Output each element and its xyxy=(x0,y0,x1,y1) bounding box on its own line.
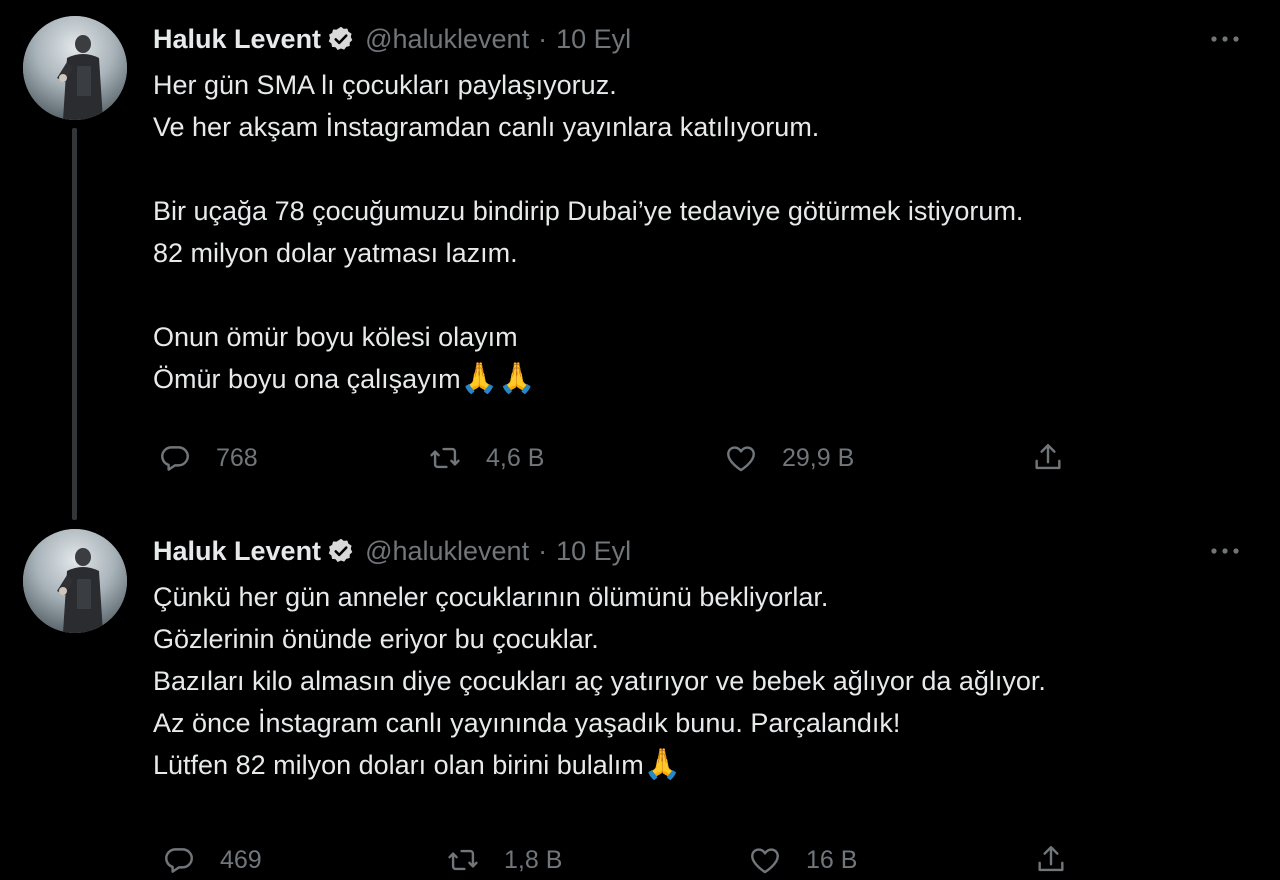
verified-badge-icon xyxy=(327,25,355,53)
reply-count: 768 xyxy=(216,443,258,472)
tweet-text-line: Ömür boyu ona çalışayım xyxy=(153,364,461,394)
tweet-text-line: 82 milyon dolar yatması lazım. xyxy=(153,238,518,268)
tweet[interactable]: Haluk Levent @haluklevent · 10 Eyl Her g… xyxy=(0,0,1280,520)
tweet-text-line: Ve her akşam İnstagramdan canlı yayınlar… xyxy=(153,112,820,142)
reply-button[interactable]: 768 xyxy=(158,438,258,478)
like-icon xyxy=(727,446,755,472)
like-count: 29,9 B xyxy=(782,443,855,472)
reply-button[interactable]: 469 xyxy=(162,840,262,880)
retweet-button[interactable]: 4,6 B xyxy=(428,438,544,478)
share-icon xyxy=(1035,444,1061,470)
more-icon[interactable] xyxy=(1207,29,1243,49)
like-count: 16 B xyxy=(806,845,858,874)
tweet-actions: 768 4,6 B 29,9 B xyxy=(0,438,1280,478)
tweet-text-line: Gözlerinin önünde eriyor bu çocuklar. xyxy=(153,624,599,654)
tweet-text-line xyxy=(153,274,1253,316)
tweet-actions: 469 1,8 B 16 B xyxy=(0,840,1280,880)
tweet-text-line: Lütfen 82 milyon doları olan birini bula… xyxy=(153,750,644,780)
tweet-date[interactable]: 10 Eyl xyxy=(556,24,631,55)
reply-icon xyxy=(165,848,193,873)
tweet-text-line: Çünkü her gün anneler çocuklarının ölümü… xyxy=(153,582,829,612)
tweet-text-line-with-emoji: Ömür boyu ona çalışayım🙏🙏 xyxy=(153,358,1253,400)
retweet-count: 4,6 B xyxy=(486,443,545,472)
like-button[interactable]: 16 B xyxy=(748,840,857,880)
author-name[interactable]: Haluk Levent xyxy=(153,24,321,55)
tweet-text-line xyxy=(153,148,1253,190)
praying-hands-emoji: 🙏🙏 xyxy=(460,361,536,396)
tweet-text-line-with-emoji: Lütfen 82 milyon doları olan birini bula… xyxy=(153,744,1253,786)
author-handle[interactable]: @haluklevent xyxy=(365,24,529,55)
reply-icon xyxy=(161,446,189,471)
like-button[interactable]: 29,9 B xyxy=(724,438,854,478)
share-button[interactable] xyxy=(1031,438,1065,478)
more-icon[interactable] xyxy=(1207,541,1243,561)
avatar[interactable] xyxy=(23,529,127,633)
tweet-text-line: Bir uçağa 78 çocuğumuzu bindirip Dubai’y… xyxy=(153,196,1024,226)
header-separator: · xyxy=(538,23,548,54)
tweet-header: Haluk Levent @haluklevent · 10 Eyl xyxy=(153,19,631,59)
retweet-icon xyxy=(430,447,460,469)
reply-count: 469 xyxy=(220,845,262,874)
tweet-text-line: Onun ömür boyu kölesi olayım xyxy=(153,322,518,352)
header-separator: · xyxy=(538,535,548,566)
avatar-photo xyxy=(23,16,127,120)
author-name[interactable]: Haluk Levent xyxy=(153,536,321,567)
tweet-text-line: Bazıları kilo almasın diye çocukları aç … xyxy=(153,666,1046,696)
retweet-icon xyxy=(448,849,478,871)
like-icon xyxy=(751,848,779,874)
retweet-button[interactable]: 1,8 B xyxy=(446,840,562,880)
tweet-date[interactable]: 10 Eyl xyxy=(556,536,631,567)
tweet[interactable]: Haluk Levent @haluklevent · 10 Eyl Çünkü… xyxy=(0,520,1280,874)
tweet-text: Çünkü her gün anneler çocuklarının ölümü… xyxy=(153,576,1253,786)
retweet-count: 1,8 B xyxy=(504,845,563,874)
tweet-text-line: Her gün SMA lı çocukları paylaşıyoruz. xyxy=(153,70,617,100)
author-handle[interactable]: @haluklevent xyxy=(365,536,529,567)
tweet-text-line: Az önce İnstagram canlı yayınında yaşadı… xyxy=(153,708,901,738)
tweet-text: Her gün SMA lı çocukları paylaşıyoruz. V… xyxy=(153,64,1253,400)
tweet-header: Haluk Levent @haluklevent · 10 Eyl xyxy=(153,531,631,571)
share-icon xyxy=(1038,846,1064,872)
avatar-photo xyxy=(23,529,127,633)
share-button[interactable] xyxy=(1034,840,1068,880)
verified-badge-icon xyxy=(327,537,355,565)
avatar[interactable] xyxy=(23,16,127,120)
praying-hands-emoji: 🙏 xyxy=(643,747,682,782)
